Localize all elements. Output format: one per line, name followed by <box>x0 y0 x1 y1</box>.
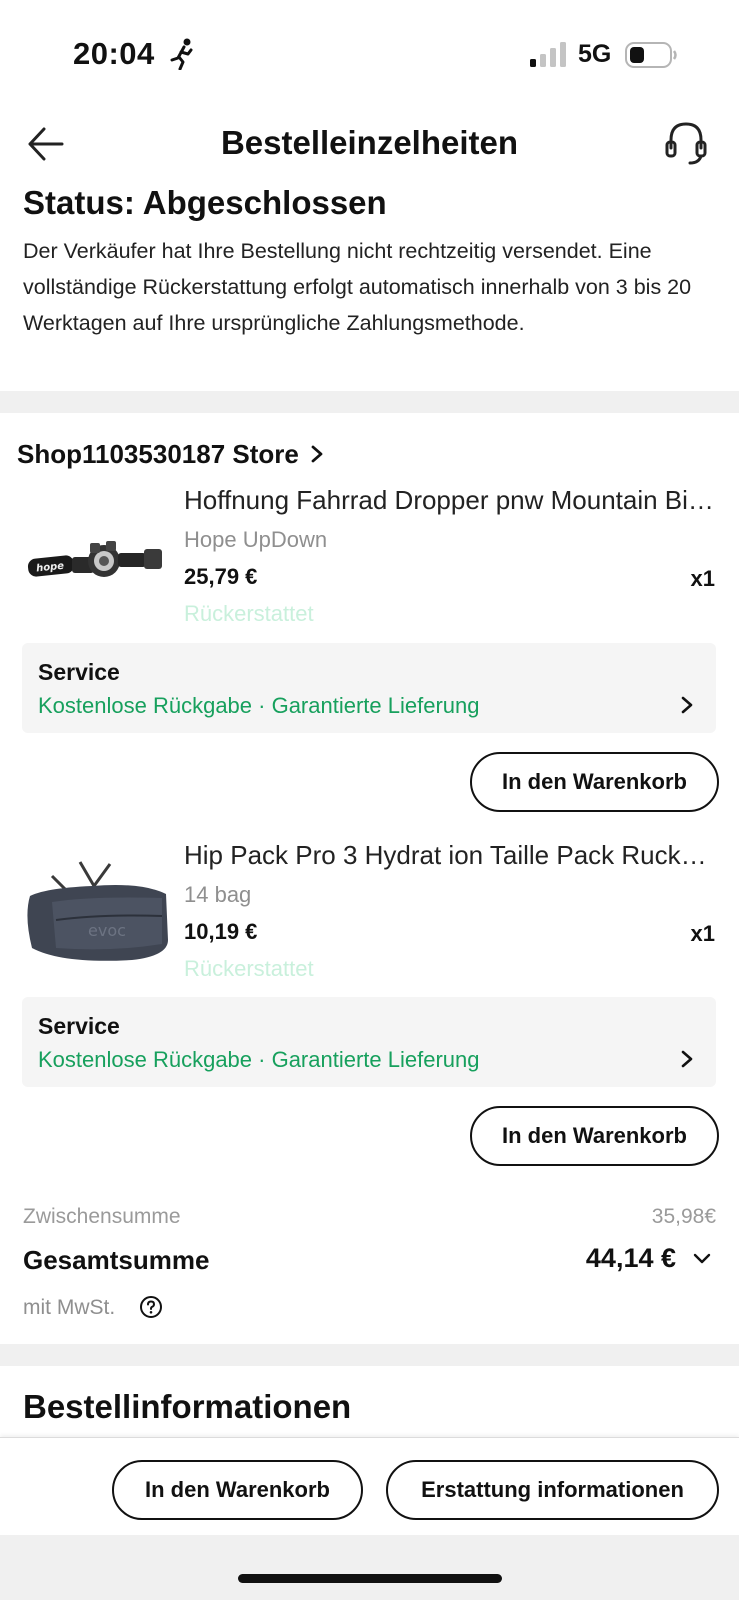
total-label: Gesamtsumme <box>23 1245 210 1275</box>
store-name: Shop1103530187 Store <box>17 438 299 469</box>
add-to-cart-button[interactable]: In den Warenkorb <box>470 1106 719 1166</box>
item-price: 25,79 € <box>184 564 258 589</box>
nav-bar: Bestelleinzelheiten <box>0 110 739 176</box>
order-item[interactable]: hope Hoffnung Fahrrad Dropper pnw Mounta… <box>0 485 739 626</box>
service-info-row[interactable]: Service Kostenlose Rückgabe · Garantiert… <box>22 997 716 1087</box>
status-bar: 20:04 5G <box>0 0 739 100</box>
section-divider <box>0 1344 739 1366</box>
item-quantity: x1 <box>690 921 715 946</box>
chevron-right-icon <box>681 1050 693 1068</box>
item-title[interactable]: Hip Pack Pro 3 Hydrat ion Taille Pack Ru… <box>184 840 714 871</box>
store-link[interactable]: Shop1103530187 Store <box>17 436 325 472</box>
subtotal-label: Zwischensumme <box>23 1205 181 1228</box>
network-type: 5G <box>578 40 612 68</box>
add-all-to-cart-button[interactable]: In den Warenkorb <box>112 1460 363 1520</box>
cellular-signal-icon <box>530 42 566 67</box>
service-label: Service <box>38 1013 120 1039</box>
chevron-right-icon <box>311 445 323 463</box>
tax-label: mit MwSt. <box>23 1296 116 1319</box>
item-variant: Hope UpDown <box>184 527 328 552</box>
refund-info-button[interactable]: Erstattung informationen <box>386 1460 719 1520</box>
order-info-title: Bestellinformationen <box>23 1388 352 1425</box>
order-item[interactable]: evoc Hip Pack Pro 3 Hydrat ion Taille Pa… <box>0 840 739 981</box>
section-divider <box>0 391 739 413</box>
status-time: 20:04 <box>73 36 155 71</box>
order-status-title: Status: Abgeschlossen <box>23 184 387 221</box>
service-text: Kostenlose Rückgabe · Garantierte Liefer… <box>38 1047 480 1072</box>
product-image-dropper-remote[interactable]: hope <box>22 499 170 619</box>
home-indicator[interactable] <box>238 1574 502 1583</box>
chevron-down-icon[interactable] <box>692 1251 712 1267</box>
total-value: 44,14 € <box>585 1243 676 1273</box>
bottom-action-bar: In den Warenkorb Erstattung informatione… <box>0 1437 739 1535</box>
order-status-description: Der Verkäufer hat Ihre Bestellung nicht … <box>23 239 692 335</box>
subtotal-value: 35,98€ <box>651 1205 716 1228</box>
service-info-row[interactable]: Service Kostenlose Rückgabe · Garantiert… <box>22 643 716 733</box>
chevron-right-icon <box>681 696 693 714</box>
svg-text:evoc: evoc <box>88 921 126 940</box>
item-refund-status: Rückerstattet <box>184 601 314 626</box>
item-title[interactable]: Hoffnung Fahrrad Dropper pnw Mountain Bi… <box>184 485 714 516</box>
item-price: 10,19 € <box>184 919 258 944</box>
service-text: Kostenlose Rückgabe · Garantierte Liefer… <box>38 693 480 718</box>
product-image-hip-pack[interactable]: evoc <box>22 856 170 976</box>
service-label: Service <box>38 659 120 685</box>
item-refund-status: Rückerstattet <box>184 956 314 981</box>
add-to-cart-button[interactable]: In den Warenkorb <box>470 752 719 812</box>
item-variant: 14 bag <box>184 882 252 907</box>
item-quantity: x1 <box>690 566 715 591</box>
headset-support-icon[interactable] <box>662 118 710 168</box>
home-indicator-area <box>0 1535 739 1600</box>
battery-icon <box>625 42 677 68</box>
help-circle-icon[interactable] <box>139 1295 163 1319</box>
running-person-icon <box>170 38 193 70</box>
page-title: Bestelleinzelheiten <box>220 124 519 161</box>
